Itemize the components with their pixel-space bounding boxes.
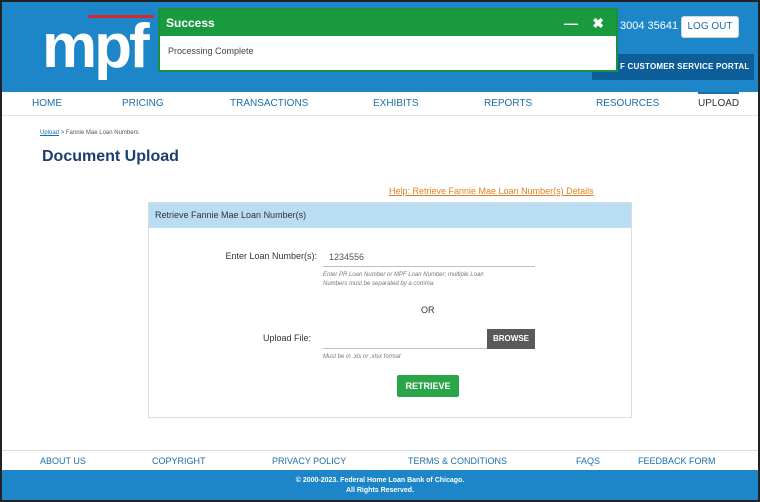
loan-hint-line-2: Numbers must be separated by a comma. — [323, 281, 435, 287]
nav-resources[interactable]: RESOURCES — [596, 92, 659, 116]
footer-copyright[interactable]: COPYRIGHT — [152, 451, 206, 471]
success-toast: Success — ✖ Processing Complete — [158, 8, 618, 72]
toast-title: Success — [166, 16, 215, 30]
footer-about-us[interactable]: ABOUT US — [40, 451, 86, 471]
logout-button[interactable]: LOG OUT — [681, 16, 739, 38]
app-window: mpf 3004 35641 LOG OUT F CUSTOMER SERVIC… — [0, 0, 760, 502]
panel-header: Retrieve Fannie Mae Loan Number(s) — [149, 203, 631, 228]
help-link[interactable]: Help: Retrieve Fannie Mae Loan Number(s)… — [389, 186, 594, 196]
nav-pricing[interactable]: PRICING — [122, 92, 164, 116]
or-separator: OR — [421, 305, 435, 315]
copyright-line-2: All Rights Reserved. — [345, 487, 415, 494]
toast-header: Success — ✖ — [160, 10, 616, 36]
breadcrumb: Upload > Fannie Mae Loan Numbers — [40, 130, 139, 136]
footer-faqs[interactable]: FAQS — [576, 451, 600, 471]
footer-terms[interactable]: TERMS & CONDITIONS — [408, 451, 507, 471]
loan-number-label: Enter Loan Number(s): — [225, 251, 317, 261]
retrieve-panel: Retrieve Fannie Mae Loan Number(s) Enter… — [148, 202, 632, 418]
close-icon[interactable]: ✖ — [592, 10, 604, 36]
footer-feedback-form[interactable]: FEEDBACK FORM — [638, 451, 716, 471]
retrieve-button[interactable]: RETRIEVE — [397, 375, 459, 397]
nav-exhibits[interactable]: EXHIBITS — [373, 92, 419, 116]
main-nav: HOME PRICING TRANSACTIONS EXHIBITS REPOR… — [2, 92, 758, 116]
minimize-icon[interactable]: — — [564, 10, 578, 36]
browse-button[interactable]: BROWSE — [487, 329, 535, 349]
footer-nav: ABOUT US COPYRIGHT PRIVACY POLICY TERMS … — [2, 450, 758, 470]
toast-message: Processing Complete — [168, 46, 254, 56]
page-title: Document Upload — [42, 148, 179, 165]
phone-number: 3004 35641 — [620, 20, 679, 32]
footer-privacy-policy[interactable]: PRIVACY POLICY — [272, 451, 346, 471]
mpf-logo[interactable]: mpf — [42, 16, 150, 78]
upload-format-hint: Must be in .xls or .xlsx format — [323, 354, 401, 360]
loan-hint-line-1: Enter PR Loan Number or MPF Loan Number;… — [323, 272, 484, 278]
upload-file-field[interactable] — [323, 329, 487, 349]
breadcrumb-current: Fannie Mae Loan Numbers — [65, 130, 139, 136]
loan-number-hint: Enter PR Loan Number or MPF Loan Number;… — [323, 271, 553, 289]
nav-reports[interactable]: REPORTS — [484, 92, 532, 116]
copyright-line-1: © 2000-2023. Federal Home Loan Bank of C… — [295, 477, 465, 484]
loan-number-input[interactable] — [323, 247, 535, 267]
nav-upload[interactable]: UPLOAD — [698, 92, 740, 116]
upload-file-label: Upload File: — [262, 333, 311, 343]
breadcrumb-upload-link[interactable]: Upload — [40, 130, 59, 136]
nav-transactions[interactable]: TRANSACTIONS — [230, 92, 308, 116]
nav-home[interactable]: HOME — [32, 92, 62, 116]
copyright-bar: © 2000-2023. Federal Home Loan Bank of C… — [2, 470, 758, 500]
breadcrumb-separator: > — [60, 130, 65, 136]
